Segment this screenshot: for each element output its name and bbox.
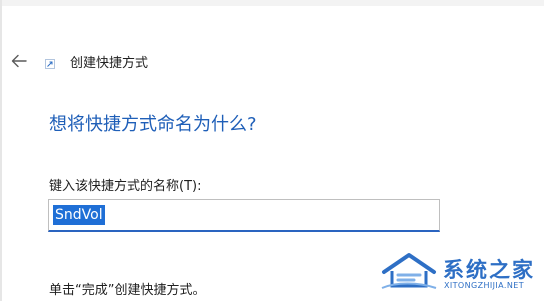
finish-instruction-text: 单击“完成”创建快捷方式。 [49, 283, 206, 298]
shortcut-name-label: 键入该快捷方式的名称(T): [49, 179, 202, 194]
watermark-site-name: 系统之家 [443, 258, 535, 282]
house-logo-icon [381, 253, 437, 289]
shortcut-name-value: SndVol [53, 205, 105, 225]
shortcut-name-input[interactable]: SndVol [48, 199, 440, 232]
shortcut-wizard-window: 创建快捷方式 想将快捷方式命名为什么? 键入该快捷方式的名称(T): SndVo… [0, 0, 544, 301]
shortcut-wizard-icon [45, 59, 55, 69]
site-watermark: 系统之家 XITONGZHIJIA.NET [372, 246, 540, 298]
arrow-left-icon [11, 54, 27, 68]
watermark-site-url: XITONGZHIJIA.NET [444, 281, 524, 290]
window-top-strip [0, 0, 544, 6]
window-left-border [0, 0, 2, 301]
back-button[interactable] [8, 50, 30, 72]
page-heading: 想将快捷方式命名为什么? [49, 114, 257, 135]
wizard-title: 创建快捷方式 [70, 56, 149, 71]
